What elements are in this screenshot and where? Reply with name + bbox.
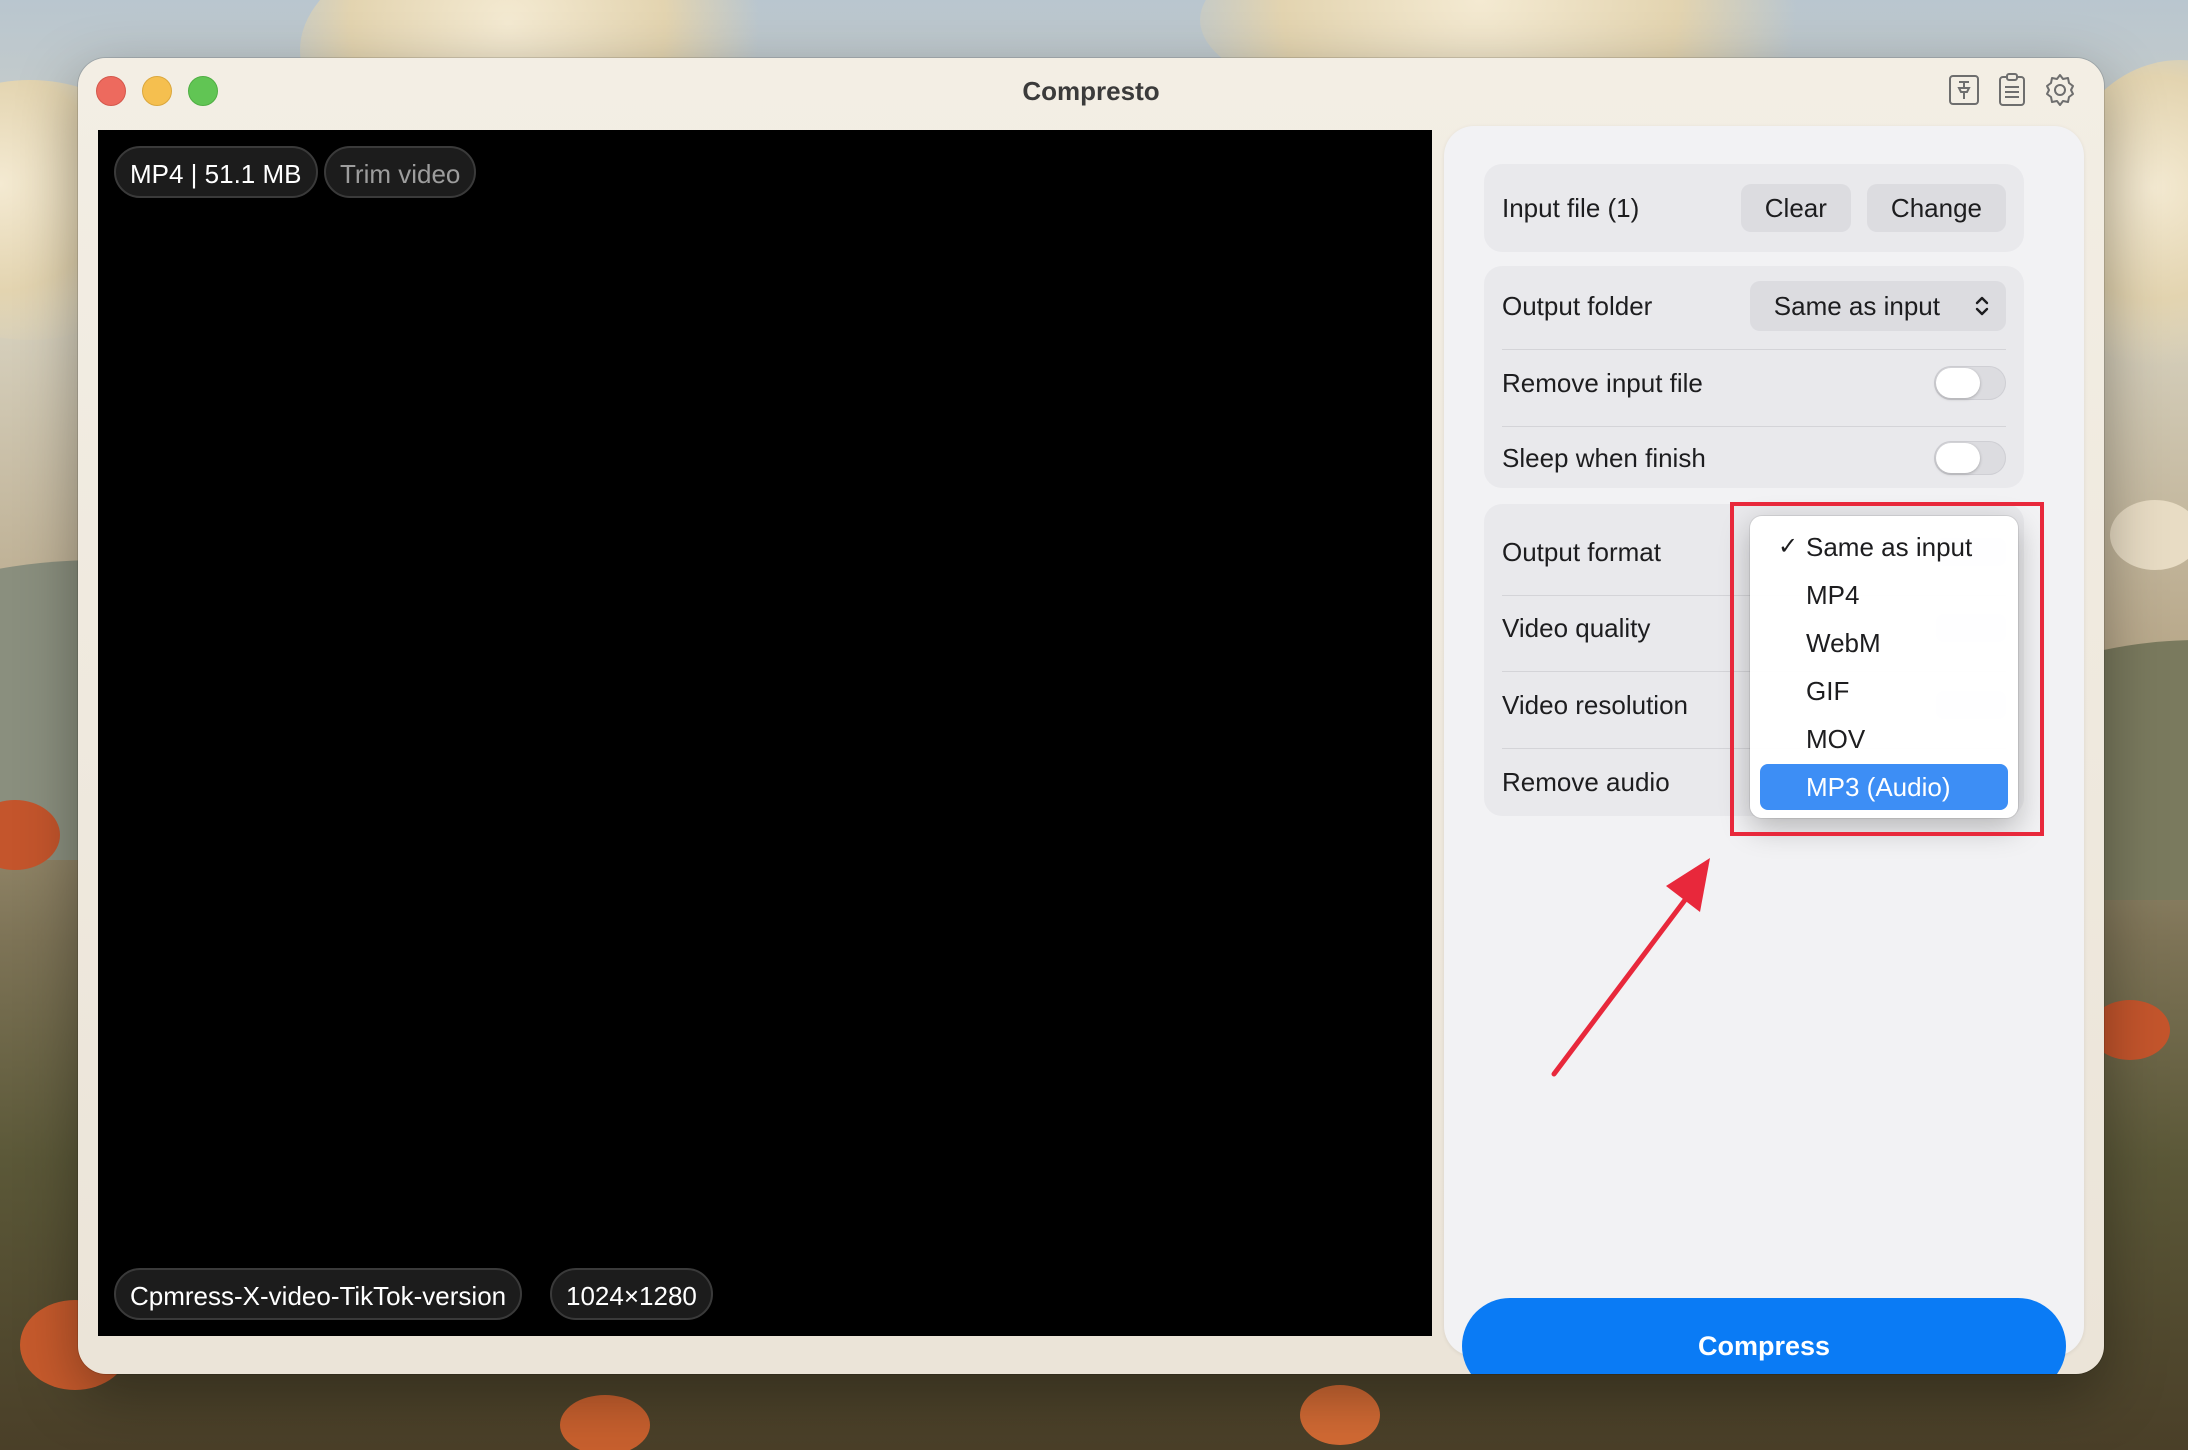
- annotation-arrow-icon: [1551, 858, 1710, 1077]
